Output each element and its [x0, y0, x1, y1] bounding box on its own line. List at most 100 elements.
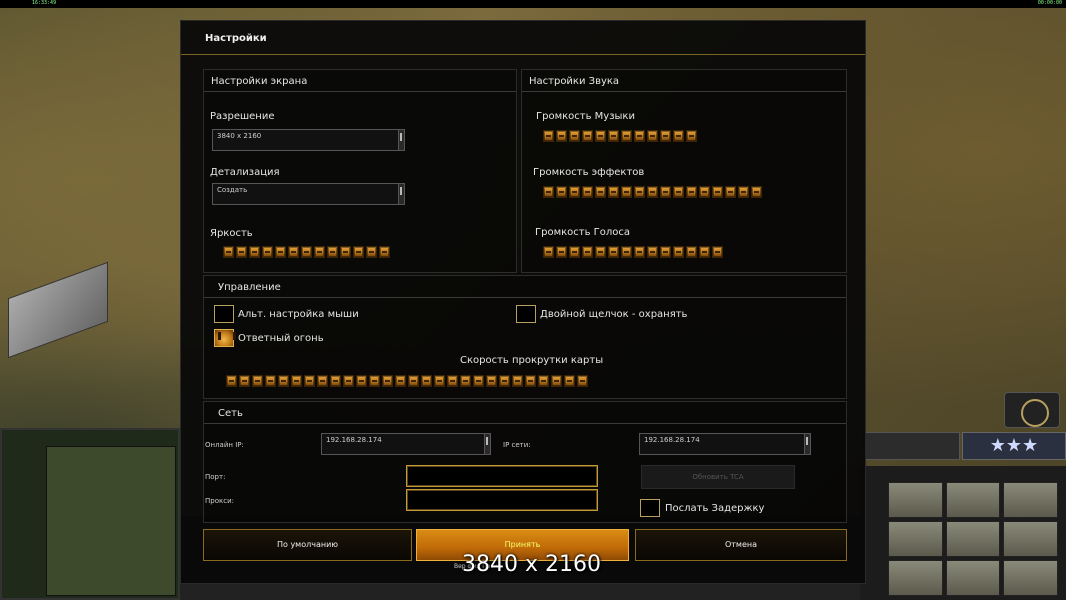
slider-segment	[577, 375, 588, 387]
slider-segment	[738, 186, 749, 198]
slider-segment	[379, 246, 390, 258]
scroll-speed-label: Скорость прокрутки карты	[460, 355, 604, 366]
slider-segment	[265, 375, 276, 387]
minimap[interactable]	[0, 428, 180, 600]
slider-segment	[660, 130, 671, 142]
return-fire-label: Ответный огонь	[238, 333, 324, 344]
slider-segment	[353, 246, 364, 258]
top-status-bar: 16:33:49 00:00:00	[0, 0, 1066, 8]
lan-ip-dropdown[interactable]: 192.168.28.174	[639, 433, 811, 455]
dropdown-scroll-icon[interactable]	[804, 434, 810, 454]
screen-settings-title: Настройки экрана	[204, 70, 516, 92]
slider-segment	[408, 375, 419, 387]
slider-segment	[686, 246, 697, 258]
slider-segment	[301, 246, 312, 258]
unit-slot[interactable]	[888, 560, 943, 596]
slider-segment	[447, 375, 458, 387]
background-building	[8, 261, 108, 359]
slider-segment	[686, 130, 697, 142]
brightness-slider[interactable]	[223, 246, 390, 258]
slider-segment	[556, 130, 567, 142]
slider-segment	[608, 130, 619, 142]
slider-segment	[569, 186, 580, 198]
unit-slot[interactable]	[945, 560, 1001, 596]
cancel-button[interactable]: Отмена	[635, 529, 847, 561]
resolution-dropdown[interactable]: 3840 x 2160	[212, 129, 405, 151]
slider-segment	[538, 375, 549, 387]
slider-segment	[673, 246, 684, 258]
slider-segment	[699, 186, 710, 198]
slider-segment	[608, 246, 619, 258]
slider-segment	[634, 186, 645, 198]
resolution-watermark: 3840 x 2160	[462, 552, 601, 577]
slider-segment	[556, 246, 567, 258]
slider-segment	[434, 375, 445, 387]
slider-segment	[569, 130, 580, 142]
unit-slot[interactable]	[945, 482, 1001, 518]
defaults-button[interactable]: По умолчанию	[203, 529, 412, 561]
slider-segment	[239, 375, 250, 387]
slider-segment	[595, 246, 606, 258]
resolution-value: 3840 x 2160	[217, 132, 262, 140]
slider-segment	[608, 186, 619, 198]
unit-slot[interactable]	[1003, 521, 1058, 557]
online-ip-label: Онлайн IP:	[205, 441, 244, 449]
minimap-view	[46, 446, 176, 596]
slider-segment	[486, 375, 497, 387]
scroll-speed-slider[interactable]	[226, 375, 588, 387]
slider-segment	[356, 375, 367, 387]
unit-slot[interactable]	[945, 521, 1001, 557]
slider-segment	[369, 375, 380, 387]
slider-segment	[525, 375, 536, 387]
slider-segment	[275, 246, 286, 258]
send-delay-checkbox[interactable]	[640, 499, 660, 517]
slider-segment	[543, 130, 554, 142]
music-volume-slider[interactable]	[543, 130, 697, 142]
unit-slot[interactable]	[888, 521, 943, 557]
online-ip-dropdown[interactable]: 192.168.28.174	[321, 433, 491, 455]
slider-segment	[343, 375, 354, 387]
return-fire-checkbox[interactable]	[214, 329, 234, 347]
slider-segment	[543, 246, 554, 258]
refresh-tca-button[interactable]: Обновить TCA	[641, 465, 795, 489]
dropdown-scroll-icon[interactable]	[484, 434, 490, 454]
slider-segment	[582, 130, 593, 142]
slider-segment	[340, 246, 351, 258]
unit-slot[interactable]	[888, 482, 943, 518]
brightness-label: Яркость	[210, 228, 253, 239]
alt-mouse-checkbox[interactable]	[214, 305, 234, 323]
slider-segment	[564, 375, 575, 387]
detail-label: Детализация	[210, 167, 280, 178]
online-ip-value: 192.168.28.174	[326, 436, 382, 444]
slider-segment	[395, 375, 406, 387]
slider-segment	[288, 246, 299, 258]
unit-slot[interactable]	[1003, 560, 1058, 596]
slider-segment	[621, 130, 632, 142]
detail-value: Создать	[217, 186, 248, 194]
effects-volume-label: Громкость эффектов	[533, 167, 645, 178]
slider-segment	[660, 186, 671, 198]
effects-volume-slider[interactable]	[543, 186, 762, 198]
double-click-checkbox[interactable]	[516, 305, 536, 323]
slider-segment	[660, 246, 671, 258]
dropdown-scroll-icon[interactable]	[398, 130, 404, 150]
proxy-input[interactable]	[406, 489, 598, 511]
radar-icon[interactable]	[1004, 392, 1060, 428]
detail-dropdown[interactable]: Создать	[212, 183, 405, 205]
resolution-label: Разрешение	[210, 111, 275, 122]
unit-slot[interactable]	[1003, 482, 1058, 518]
dialog-title: Настройки	[181, 21, 865, 55]
slider-segment	[647, 130, 658, 142]
port-input[interactable]	[406, 465, 598, 487]
voice-volume-slider[interactable]	[543, 246, 723, 258]
lan-ip-value: 192.168.28.174	[644, 436, 700, 444]
slider-segment	[582, 246, 593, 258]
dropdown-scroll-icon[interactable]	[398, 184, 404, 204]
slider-segment	[673, 130, 684, 142]
slider-segment	[595, 130, 606, 142]
slider-segment	[551, 375, 562, 387]
slider-segment	[330, 375, 341, 387]
slider-segment	[499, 375, 510, 387]
slider-segment	[382, 375, 393, 387]
port-label: Порт:	[205, 473, 226, 481]
